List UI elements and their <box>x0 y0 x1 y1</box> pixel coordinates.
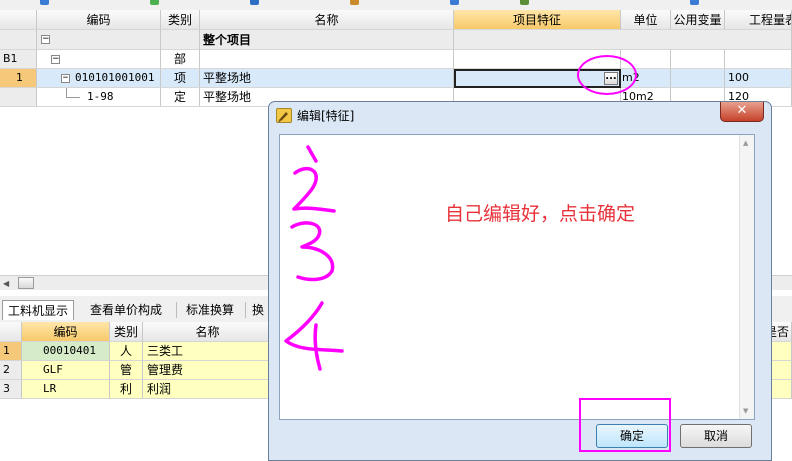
type-cell[interactable]: 项 <box>161 69 200 88</box>
name-cell[interactable]: 利润 <box>143 380 273 399</box>
header-code[interactable]: 编码 <box>37 10 161 30</box>
edit-icon <box>276 108 292 123</box>
row-number-header <box>0 322 22 342</box>
code-cell[interactable]: 00010401 <box>22 342 110 361</box>
header-quantity[interactable]: 工程量表 <box>725 10 792 30</box>
code-cell[interactable]: GLF <box>22 361 110 380</box>
quantity-cell[interactable] <box>725 50 792 69</box>
scrollbar-thumb[interactable] <box>18 277 34 289</box>
tab-divider <box>176 302 177 318</box>
code-cell[interactable]: − <box>37 50 161 69</box>
handwriting-strokes <box>284 145 344 371</box>
tree-line <box>66 88 67 97</box>
edit-feature-dialog: 编辑[特征] ✕ ▲ ▼ 1 2 3 4 自己编辑好，点击确定 确定 取消 <box>268 101 772 461</box>
collapse-icon[interactable]: − <box>61 74 70 83</box>
feature-textarea[interactable]: ▲ ▼ 1 2 3 4 自己编辑好，点击确定 <box>279 134 755 420</box>
toolbar-icon[interactable] <box>250 0 259 5</box>
scroll-left-icon[interactable]: ◀ <box>3 279 9 288</box>
row-number <box>0 30 37 50</box>
header-name[interactable]: 名称 <box>200 10 454 30</box>
code-cell[interactable]: 1-98 <box>37 88 161 107</box>
scroll-up-icon[interactable]: ▲ <box>743 139 748 147</box>
code-cell[interactable]: LR <box>22 380 110 399</box>
dialog-title: 编辑[特征] <box>297 109 355 123</box>
header-unit[interactable]: 单位 <box>621 10 671 30</box>
tab-unit-price[interactable]: 查看单价构成 <box>84 300 168 320</box>
collapse-icon[interactable]: − <box>51 55 60 64</box>
type-cell[interactable]: 管 <box>110 361 143 380</box>
quantity-cell[interactable]: 100 <box>725 69 792 88</box>
tree-line <box>66 97 80 98</box>
row-number[interactable]: 1 <box>0 69 37 88</box>
row-number[interactable]: 1 <box>0 342 22 361</box>
row-number-header <box>0 10 37 30</box>
tab-more[interactable]: 换 <box>250 300 266 320</box>
tab-standard-conversion[interactable]: 标准换算 <box>180 300 240 320</box>
vertical-scrollbar[interactable]: ▲ ▼ <box>739 135 754 419</box>
header-feature[interactable]: 项目特征 <box>454 10 621 30</box>
header-type[interactable]: 类别 <box>161 10 200 30</box>
section-type-cell <box>161 30 200 50</box>
toolbar-icon[interactable] <box>350 0 359 5</box>
header-shared-var[interactable]: 公用变量 <box>671 10 725 30</box>
shared-var-cell[interactable] <box>671 69 725 88</box>
shared-var-cell[interactable] <box>671 50 725 69</box>
toolbar-icon[interactable] <box>520 0 529 5</box>
annotation-text: 自己编辑好，点击确定 <box>445 203 636 225</box>
close-button[interactable]: ✕ <box>720 102 764 122</box>
toolbar-icon[interactable] <box>690 0 699 5</box>
toolbar-icon[interactable] <box>150 0 159 5</box>
section-filler <box>454 30 792 50</box>
highlight-ellipse <box>577 55 637 95</box>
name-cell[interactable]: 平整场地 <box>200 69 454 88</box>
name-cell[interactable] <box>200 50 454 69</box>
handwriting-4: 4 <box>283 143 284 144</box>
header-type[interactable]: 类别 <box>110 322 143 342</box>
type-cell[interactable]: 人 <box>110 342 143 361</box>
name-cell[interactable]: 管理费 <box>143 361 273 380</box>
toolbar <box>0 0 792 10</box>
tab-divider <box>245 302 246 318</box>
section-code-cell: − <box>37 30 161 50</box>
type-cell[interactable]: 定 <box>161 88 200 107</box>
collapse-icon[interactable]: − <box>41 35 50 44</box>
row-number[interactable]: 2 <box>0 361 22 380</box>
section-title: 整个项目 <box>200 30 454 50</box>
name-cell[interactable]: 三类工 <box>143 342 273 361</box>
toolbar-icon[interactable] <box>450 0 459 5</box>
code-text: 010101001001 <box>75 71 155 84</box>
row-number[interactable] <box>0 88 37 107</box>
header-name[interactable]: 名称 <box>143 322 273 342</box>
toolbar-icon[interactable] <box>40 0 49 5</box>
scroll-down-icon[interactable]: ▼ <box>743 407 748 415</box>
row-number[interactable]: B1 <box>0 50 37 69</box>
type-cell[interactable]: 利 <box>110 380 143 399</box>
type-cell[interactable]: 部 <box>161 50 200 69</box>
header-code[interactable]: 编码 <box>22 322 110 342</box>
tab-labor-materials[interactable]: 工料机显示 <box>2 300 74 320</box>
cancel-button[interactable]: 取消 <box>680 424 752 448</box>
code-cell[interactable]: − 010101001001 <box>37 69 161 88</box>
highlight-rectangle <box>579 398 671 452</box>
code-text: 1-98 <box>87 90 114 103</box>
row-number[interactable]: 3 <box>0 380 22 399</box>
